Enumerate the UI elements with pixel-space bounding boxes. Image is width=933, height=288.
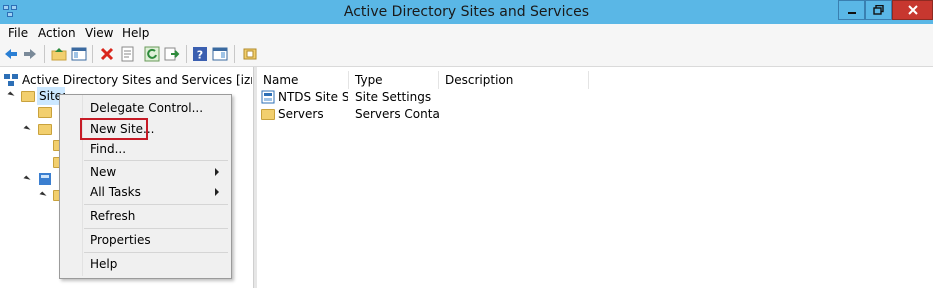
site-settings-icon bbox=[261, 90, 275, 104]
toolbar-separator bbox=[44, 45, 45, 63]
menu-action[interactable]: Action bbox=[38, 24, 76, 42]
column-header-name[interactable]: Name bbox=[257, 71, 349, 89]
list-item-type: Site Settings bbox=[355, 90, 432, 104]
folder-icon bbox=[38, 107, 52, 118]
new-site-highlight-box bbox=[80, 118, 148, 140]
folder-icon bbox=[38, 124, 52, 135]
forward-icon[interactable] bbox=[22, 46, 38, 62]
menu-item-find[interactable]: Find... bbox=[90, 139, 126, 159]
properties-icon[interactable] bbox=[120, 46, 136, 62]
menu-item-properties[interactable]: Properties bbox=[90, 230, 151, 250]
close-icon bbox=[907, 5, 918, 15]
minimize-button[interactable] bbox=[838, 0, 865, 20]
submenu-arrow-icon bbox=[215, 188, 219, 196]
menu-separator bbox=[84, 160, 228, 161]
svg-text:?: ? bbox=[197, 49, 203, 62]
up-folder-icon[interactable] bbox=[51, 46, 67, 62]
export-icon[interactable] bbox=[164, 46, 180, 62]
back-icon[interactable] bbox=[3, 46, 19, 62]
toolbar-separator bbox=[234, 45, 235, 63]
menu-separator bbox=[84, 252, 228, 253]
list-item-name[interactable]: Servers bbox=[278, 106, 348, 123]
toolbar-separator bbox=[186, 45, 187, 63]
toolbar-separator bbox=[92, 45, 93, 63]
menu-item-refresh[interactable]: Refresh bbox=[90, 206, 135, 226]
menu-view[interactable]: View bbox=[85, 24, 113, 42]
column-header-description[interactable]: Description bbox=[439, 71, 589, 89]
close-button[interactable] bbox=[892, 0, 933, 20]
menu-help[interactable]: Help bbox=[122, 24, 149, 42]
submenu-arrow-icon bbox=[215, 168, 219, 176]
minimize-icon bbox=[847, 12, 856, 14]
folder-icon bbox=[21, 91, 35, 102]
ad-sites-root-icon bbox=[4, 74, 18, 86]
show-hide-icon[interactable] bbox=[212, 46, 228, 62]
refresh-icon[interactable] bbox=[144, 46, 160, 62]
restore-button[interactable] bbox=[865, 0, 892, 20]
server-group-icon bbox=[39, 173, 51, 185]
list-item-name[interactable]: NTDS Site Se... bbox=[278, 89, 348, 106]
menu-file[interactable]: File bbox=[8, 24, 28, 42]
menu-item-all-tasks[interactable]: All Tasks bbox=[90, 182, 141, 202]
snapin-icon[interactable] bbox=[242, 46, 258, 62]
console-tree-icon[interactable] bbox=[71, 46, 87, 62]
restore-icon bbox=[872, 5, 884, 15]
column-header-type[interactable]: Type bbox=[349, 71, 439, 89]
menu-item-help[interactable]: Help bbox=[90, 254, 117, 274]
toolbar bbox=[0, 42, 933, 67]
list-item-type: Servers Contai... bbox=[355, 107, 439, 121]
folder-icon bbox=[261, 109, 275, 120]
menu-item-delegate-control[interactable]: Delegate Control... bbox=[90, 98, 203, 118]
menu-item-new[interactable]: New bbox=[90, 162, 116, 182]
window-title: Active Directory Sites and Services bbox=[343, 4, 590, 20]
menu-separator bbox=[84, 204, 228, 205]
menu-separator bbox=[84, 228, 228, 229]
delete-icon[interactable] bbox=[99, 46, 115, 62]
help-icon[interactable]: ? bbox=[192, 46, 208, 62]
